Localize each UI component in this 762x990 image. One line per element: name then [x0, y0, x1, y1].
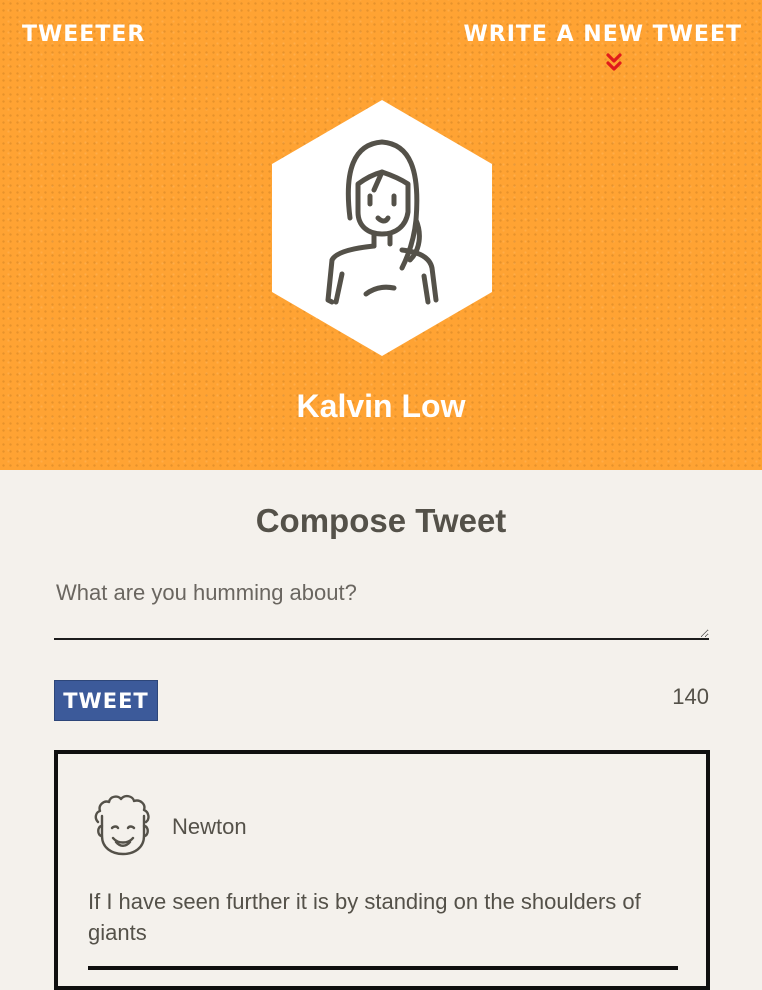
write-new-tweet-link[interactable]: WRITE A NEW TWEET — [464, 22, 742, 47]
curly-hair-man-avatar-icon — [94, 794, 150, 856]
tweet-text: If I have seen further it is by standing… — [88, 889, 641, 945]
tweet-divider — [88, 966, 678, 970]
tweet-text-input[interactable] — [54, 576, 709, 640]
character-counter: 140 — [672, 684, 709, 709]
brand-logo[interactable]: TWEETER — [22, 22, 145, 47]
user-name: Kalvin Low — [296, 388, 466, 424]
compose-title: Compose Tweet — [255, 502, 507, 539]
user-avatar — [272, 100, 492, 356]
double-chevron-down-icon[interactable] — [603, 52, 625, 74]
tweet-card: Newton If I have seen further it is by s… — [54, 750, 710, 990]
tweet-button[interactable]: TWEET — [54, 680, 158, 721]
profile-header: TWEETER WRITE A NEW TWEET Kalvin Low — [0, 0, 762, 470]
tweet-author-name[interactable]: Newton — [172, 814, 247, 840]
